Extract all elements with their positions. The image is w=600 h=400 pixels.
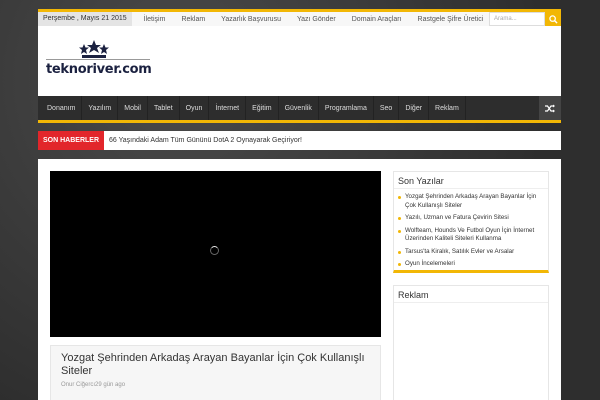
nav-item-donanim[interactable]: Donanım	[38, 96, 83, 120]
recent-post-item[interactable]: Yozgat Şehrinden Arkadaş Arayan Bayanlar…	[398, 191, 544, 212]
recent-post-item[interactable]: Yazılı, Uzman ve Fatura Çevirin Sitesi	[398, 212, 544, 225]
search-input[interactable]: Arama...	[489, 12, 545, 26]
nav-item-internet[interactable]: İnternet	[209, 96, 247, 120]
nav-item-oyun[interactable]: Oyun	[180, 96, 210, 120]
random-article-button[interactable]	[539, 96, 561, 120]
nav-item-tablet[interactable]: Tablet	[148, 96, 180, 120]
post-meta: Onur Ciğercı29 gün ago	[61, 382, 126, 388]
nav-item-programlama[interactable]: Programlama	[319, 96, 374, 120]
loading-spinner-icon	[210, 246, 219, 255]
nav-item-egitim[interactable]: Eğitim	[246, 96, 279, 120]
nav-item-seo[interactable]: Seo	[374, 96, 400, 120]
recent-posts-widget: Son Yazılar Yozgat Şehrinden Arkadaş Ara…	[393, 171, 549, 273]
nav-item-mobil[interactable]: Mobil	[118, 96, 148, 120]
featured-post: Yozgat Şehrinden Arkadaş Arayan Bayanlar…	[50, 345, 381, 400]
recent-post-item[interactable]: Wolfteam, Hounds Ve Futbol Oyun İçin İnt…	[398, 225, 544, 246]
search-button[interactable]	[545, 12, 561, 26]
site-header: teknoriver.com	[38, 26, 561, 96]
main-nav: Donanım Yazılım Mobil Tablet Oyun İntern…	[38, 96, 561, 123]
logo-text: teknoriver.com	[46, 62, 152, 77]
recent-post-item[interactable]: Oyun İncelemeleri	[398, 258, 544, 271]
post-title[interactable]: Yozgat Şehrinden Arkadaş Arayan Bayanlar…	[61, 352, 370, 378]
page-wrapper: Perşembe , Mayıs 21 2015 İletişim Reklam…	[38, 9, 561, 400]
nav-item-diger[interactable]: Diğer	[399, 96, 430, 120]
nav-item-reklam[interactable]: Reklam	[429, 96, 466, 120]
site-logo[interactable]: teknoriver.com	[46, 40, 152, 82]
recent-post-item[interactable]: Tarsus'ta Kiralık, Satılık Evler ve Arsa…	[398, 246, 544, 259]
top-link-yazi-gonder[interactable]: Yazı Gönder	[289, 16, 344, 23]
top-link-domain[interactable]: Domain Araçları	[344, 16, 410, 23]
current-date: Perşembe , Mayıs 21 2015	[38, 12, 132, 26]
logo-divider	[46, 59, 150, 60]
main-content: Yozgat Şehrinden Arkadaş Arayan Bayanlar…	[38, 159, 561, 400]
breaking-news-label: SON HABERLER	[38, 131, 105, 150]
breaking-news-headline[interactable]: 66 Yaşındaki Adam Tüm Gününü DotA 2 Oyna…	[104, 137, 302, 144]
top-link-reklam[interactable]: Reklam	[173, 16, 213, 23]
widget-title-ad: Reklam	[394, 286, 548, 303]
nav-item-guvenlik[interactable]: Güvenlik	[279, 96, 319, 120]
video-player[interactable]	[50, 171, 381, 337]
search-icon	[548, 14, 558, 24]
shuffle-icon	[545, 104, 555, 112]
top-link-sifre[interactable]: Rastgele Şifre Üretici	[410, 16, 492, 23]
crown-icon	[79, 40, 109, 58]
top-bar: Perşembe , Mayıs 21 2015 İletişim Reklam…	[38, 9, 561, 26]
nav-item-yazilim[interactable]: Yazılım	[82, 96, 119, 120]
breaking-news-bar: SON HABERLER 66 Yaşındaki Adam Tüm Günün…	[38, 131, 561, 150]
widget-title-recent: Son Yazılar	[394, 172, 548, 189]
top-link-iletisim[interactable]: İletişim	[136, 16, 174, 23]
ad-widget: Reklam	[393, 285, 549, 400]
top-link-yazarlik[interactable]: Yazarlık Başvurusu	[213, 16, 289, 23]
